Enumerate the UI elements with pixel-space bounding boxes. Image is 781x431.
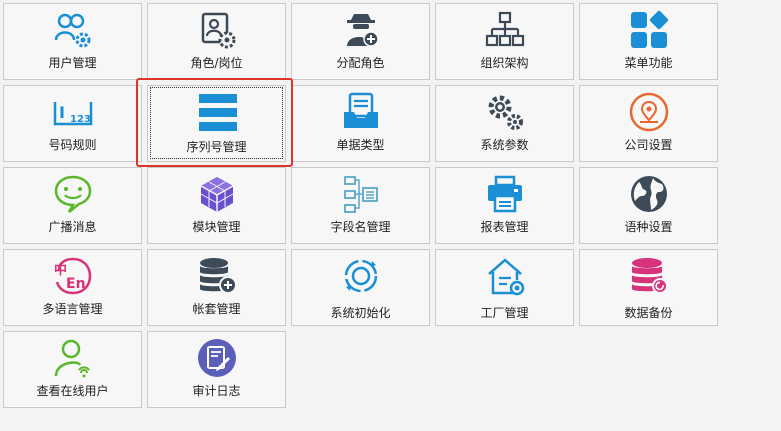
tile-report-management[interactable]: 报表管理 [435,167,574,244]
audit-log-icon [197,338,237,378]
tile-company-settings[interactable]: 公司设置 [579,85,718,162]
online-user-icon [53,338,93,378]
tile-user-management[interactable]: 用户管理 [3,3,142,80]
tile-factory-management[interactable]: 工厂管理 [435,249,574,326]
tile-language-settings[interactable]: 语种设置 [579,167,718,244]
tile-label: 序列号管理 [186,140,247,154]
tile-label: 工厂管理 [480,306,529,320]
document-tray-icon [341,92,381,132]
org-chart-icon [485,10,525,50]
tile-field-name-management[interactable]: 字段名管理 [291,167,430,244]
tile-label: 字段名管理 [330,220,391,234]
gears-icon [485,92,525,132]
svg-text:123: 123 [70,114,91,125]
tile-role-position[interactable]: 角色/岗位 [147,3,286,80]
database-backup-icon [629,256,669,296]
spy-add-icon [341,10,381,50]
tile-broadcast-message[interactable]: 广播消息 [3,167,142,244]
location-pin-icon [629,92,669,132]
tile-document-type[interactable]: 单据类型 [291,85,430,162]
tile-label: 审计日志 [192,384,241,398]
svg-text:I: I [59,103,65,122]
globe-icon [629,174,669,214]
role-gear-icon [197,10,237,50]
tile-view-online-users[interactable]: 查看在线用户 [3,331,142,408]
tile-label: 用户管理 [48,56,97,70]
tile-assign-role[interactable]: 分配角色 [291,3,430,80]
refresh-cycle-icon [341,256,381,296]
tile-label: 报表管理 [480,220,529,234]
tile-label: 菜单功能 [624,56,673,70]
language-icon: 中 En [53,256,93,296]
module-grid: 用户管理 角色/岗位 分配角色 组织架构 菜单功能 I 123 号码规则 序列号… [0,0,781,431]
tile-account-set-management[interactable]: 帐套管理 [147,249,286,326]
number-rule-icon: I 123 [53,92,93,132]
database-add-icon [197,256,237,296]
printer-icon [485,174,525,214]
numbered-list-icon: 1 2 3 [197,92,237,132]
tile-label: 数据备份 [624,306,673,320]
tile-label: 广播消息 [48,220,97,234]
tile-label: 单据类型 [336,138,385,152]
tile-label: 语种设置 [624,220,673,234]
tile-label: 组织架构 [480,56,529,70]
cube-icon [197,174,237,214]
tile-data-backup[interactable]: 数据备份 [579,249,718,326]
tile-system-initialization[interactable]: 系统初始化 [291,249,430,326]
tile-label: 角色/岗位 [190,56,243,70]
tile-label: 模块管理 [192,220,241,234]
factory-home-icon [485,256,525,296]
field-tree-icon [341,174,381,214]
tile-label: 分配角色 [336,56,385,70]
tile-system-parameters[interactable]: 系统参数 [435,85,574,162]
tile-org-structure[interactable]: 组织架构 [435,3,574,80]
tile-module-management[interactable]: 模块管理 [147,167,286,244]
tile-audit-log[interactable]: 审计日志 [147,331,286,408]
tile-label: 号码规则 [48,138,97,152]
tile-label: 查看在线用户 [36,384,109,398]
users-gear-icon [53,10,93,50]
svg-text:En: En [66,276,86,292]
menu-tiles-icon [629,10,669,50]
tile-label: 帐套管理 [192,302,241,316]
tile-serial-number-management[interactable]: 1 2 3 序列号管理 [147,85,286,162]
tile-label: 系统初始化 [330,306,391,320]
tile-label: 公司设置 [624,138,673,152]
tile-number-rule[interactable]: I 123 号码规则 [3,85,142,162]
tile-label: 系统参数 [480,138,529,152]
tile-multilanguage-management[interactable]: 中 En 多语言管理 [3,249,142,326]
tile-label: 多语言管理 [42,302,103,316]
tile-menu-function[interactable]: 菜单功能 [579,3,718,80]
chat-bubble-icon [53,174,93,214]
